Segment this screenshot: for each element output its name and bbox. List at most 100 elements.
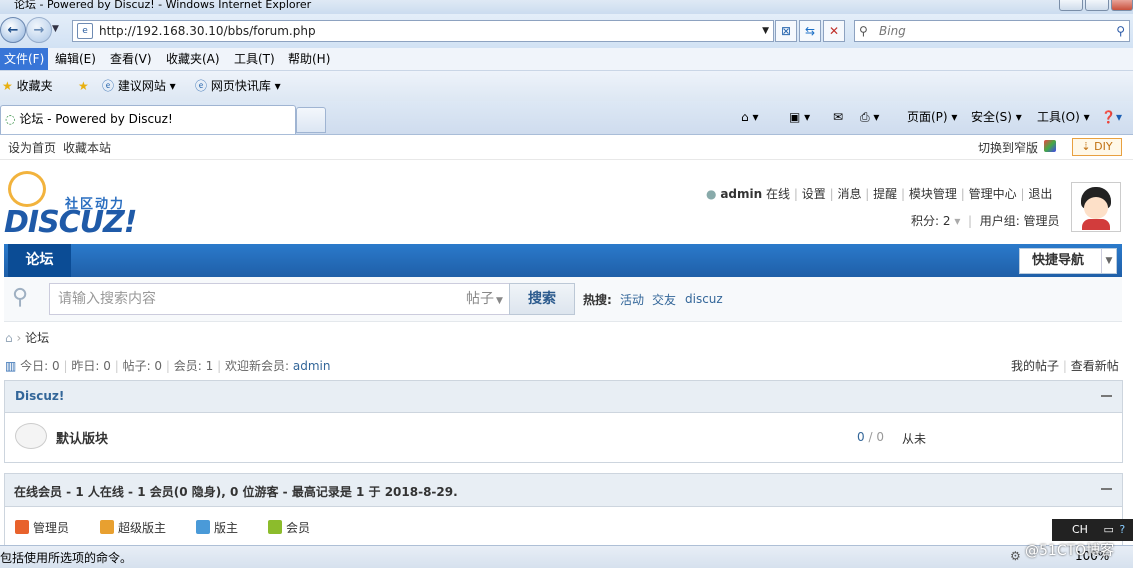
quick-nav-button[interactable]: 快捷导航 ▼ [1019, 248, 1117, 274]
online-summary[interactable]: 在线会员 - 1 人在线 - 1 会员(0 隐身), 0 位游客 - 最高记录是… [14, 483, 458, 500]
member-icon [268, 520, 282, 534]
messages-link[interactable]: 消息 [837, 187, 861, 201]
online-box: 在线会员 - 1 人在线 - 1 会员(0 隐身), 0 位游客 - 最高记录是… [4, 473, 1123, 555]
home-icon[interactable]: ⌂ [5, 331, 13, 345]
switch-width-link[interactable]: 切换到窄版 [978, 139, 1038, 156]
forward-button[interactable]: → [26, 17, 52, 43]
collapse-icon[interactable] [1101, 395, 1112, 397]
add-favorite-icon[interactable]: ★ [78, 71, 89, 101]
status-bar: 包括使用所选项的命令。 ⚙ 100% @51CTO博客 [0, 543, 1133, 568]
page-menu[interactable]: 页面(P) ▾ [907, 105, 957, 129]
compat-view-button[interactable]: ⊠ [775, 20, 797, 42]
nav-forum-tab[interactable]: 论坛 [8, 244, 71, 277]
star-icon: ★ [2, 79, 13, 93]
user-links: ● admin 在线 | 设置 | 消息 | 提醒 | 模块管理 | 管理中心 … [706, 187, 1053, 201]
help-button[interactable]: ❓▾ [1101, 105, 1122, 129]
online-status[interactable]: 在线 [766, 187, 790, 201]
menu-tools[interactable]: 工具(T) [232, 48, 277, 70]
loading-icon: ◌ [5, 112, 16, 126]
menu-file[interactable]: 文件(F) [0, 48, 49, 70]
bookmark-link[interactable]: 收藏本站 [63, 139, 111, 156]
hot-search-activity[interactable]: 活动 [620, 291, 644, 308]
super-moderator-icon [100, 520, 114, 534]
refresh-button[interactable]: ⇆ [799, 20, 821, 42]
category-box: Discuz! 默认版块 0 / 0 从未 [4, 380, 1123, 463]
status-text: 包括使用所选项的命令。 [0, 551, 133, 565]
watermark: @51CTO博客 [1025, 543, 1115, 559]
moderator-icon [196, 520, 210, 534]
forum-search-input[interactable]: 请输入搜索内容 [49, 283, 463, 315]
credits-link[interactable]: 积分: 2 [911, 214, 951, 228]
menu-view[interactable]: 查看(V) [108, 48, 154, 70]
address-bar[interactable]: e http://192.168.30.10/bbs/forum.php ▼ [72, 20, 774, 42]
color-picker-icon[interactable] [1044, 140, 1056, 152]
mail-button[interactable]: ✉ [833, 105, 843, 129]
site-topbar: 设为首页 收藏本站 切换到窄版 ⇣ DIY [0, 135, 1133, 160]
my-posts-link[interactable]: 我的帖子 [1011, 359, 1059, 373]
new-tab-button[interactable] [296, 107, 326, 133]
search-go-icon[interactable]: ⚲ [1116, 21, 1125, 41]
bing-placeholder: Bing [879, 24, 906, 38]
hot-search-discuz[interactable]: discuz [685, 292, 723, 306]
print-button[interactable]: ⎙ ▾ [860, 105, 879, 129]
search-box[interactable]: ⚲ Bing ⚲ [854, 20, 1130, 42]
logout-link[interactable]: 退出 [1028, 187, 1052, 201]
stat-today: 今日: 0 [20, 359, 60, 373]
module-manage-link[interactable]: 模块管理 [909, 187, 957, 201]
set-home-link[interactable]: 设为首页 [8, 139, 56, 156]
ime-bar[interactable]: CH ▭ ? [1052, 519, 1133, 541]
breadcrumb-current[interactable]: 论坛 [25, 331, 49, 345]
new-posts-link[interactable]: 查看新帖 [1071, 359, 1119, 373]
hot-search-friends[interactable]: 交友 [652, 291, 676, 308]
forum-counts: 0 / 0 [857, 430, 884, 444]
diy-button[interactable]: ⇣ DIY [1072, 138, 1122, 156]
home-button[interactable]: ⌂ ▾ [741, 105, 758, 129]
legend-label: 版主 [214, 521, 239, 535]
stat-members: 会员: 1 [173, 359, 214, 373]
online-header: 在线会员 - 1 人在线 - 1 会员(0 隐身), 0 位游客 - 最高记录是… [5, 474, 1122, 507]
forum-name-link[interactable]: 默认版块 [56, 428, 108, 447]
history-dropdown-icon[interactable]: ▼ [52, 24, 59, 34]
forum-row: 默认版块 0 / 0 从未 [5, 413, 1122, 461]
username-link[interactable]: admin [720, 187, 762, 201]
search-type-label: 帖子 [466, 291, 494, 307]
back-arrow-icon: ← [7, 22, 19, 38]
settings-link[interactable]: 设置 [802, 187, 826, 201]
minimize-button[interactable] [1059, 0, 1083, 11]
tools-menu[interactable]: 工具(O) ▾ [1037, 105, 1090, 129]
stop-button[interactable]: ✕ [823, 20, 845, 42]
legend-label: 管理员 [33, 521, 70, 535]
usergroup-link[interactable]: 用户组: 管理员 [980, 214, 1060, 228]
address-dropdown-icon[interactable]: ▼ [762, 26, 769, 36]
favorite-web-slice[interactable]: ⓔ 网页快讯库 ▾ [195, 71, 281, 101]
window-title-bar: 论坛 - Powered by Discuz! - Windows Intern… [0, 0, 1133, 14]
zoom-icon[interactable]: ⚙ [1010, 549, 1021, 563]
search-button[interactable]: 搜索 [509, 283, 575, 315]
search-type-select[interactable]: 帖子 ▼ [461, 283, 510, 315]
back-button[interactable]: ← [0, 17, 26, 43]
avatar-shirt [1082, 219, 1110, 230]
logo-text[interactable]: DISCUZ! [4, 205, 137, 240]
tab-forum[interactable]: ◌ 论坛 - Powered by Discuz! [0, 105, 296, 134]
user-icon: ● [706, 187, 717, 201]
main-nav: 论坛 快捷导航 ▼ [4, 244, 1122, 277]
admin-center-link[interactable]: 管理中心 [969, 187, 1017, 201]
notifications-link[interactable]: 提醒 [873, 187, 897, 201]
favorites-button[interactable]: ★ 收藏夹 [2, 71, 53, 101]
safety-menu[interactable]: 安全(S) ▾ [971, 105, 1022, 129]
menu-help[interactable]: 帮助(H) [286, 48, 332, 70]
favorite-suggested-sites[interactable]: ⓔ 建议网站 ▾ [102, 71, 176, 101]
menu-favorites[interactable]: 收藏夹(A) [164, 48, 222, 70]
url-text: http://192.168.30.10/bbs/forum.php [99, 24, 316, 38]
menu-edit[interactable]: 编辑(E) [53, 48, 98, 70]
home-icon: ⌂ [741, 110, 749, 124]
collapse-icon[interactable] [1101, 488, 1112, 490]
avatar[interactable] [1071, 182, 1121, 232]
category-title[interactable]: Discuz! [15, 389, 64, 403]
legend-super-mod: 超级版主 [100, 519, 166, 536]
newest-member-link[interactable]: admin [293, 359, 331, 373]
welcome-label: 欢迎新会员: [224, 359, 290, 373]
close-window-button[interactable] [1111, 0, 1133, 11]
feeds-button[interactable]: ▣ ▾ [789, 105, 810, 129]
maximize-button[interactable] [1085, 0, 1109, 11]
